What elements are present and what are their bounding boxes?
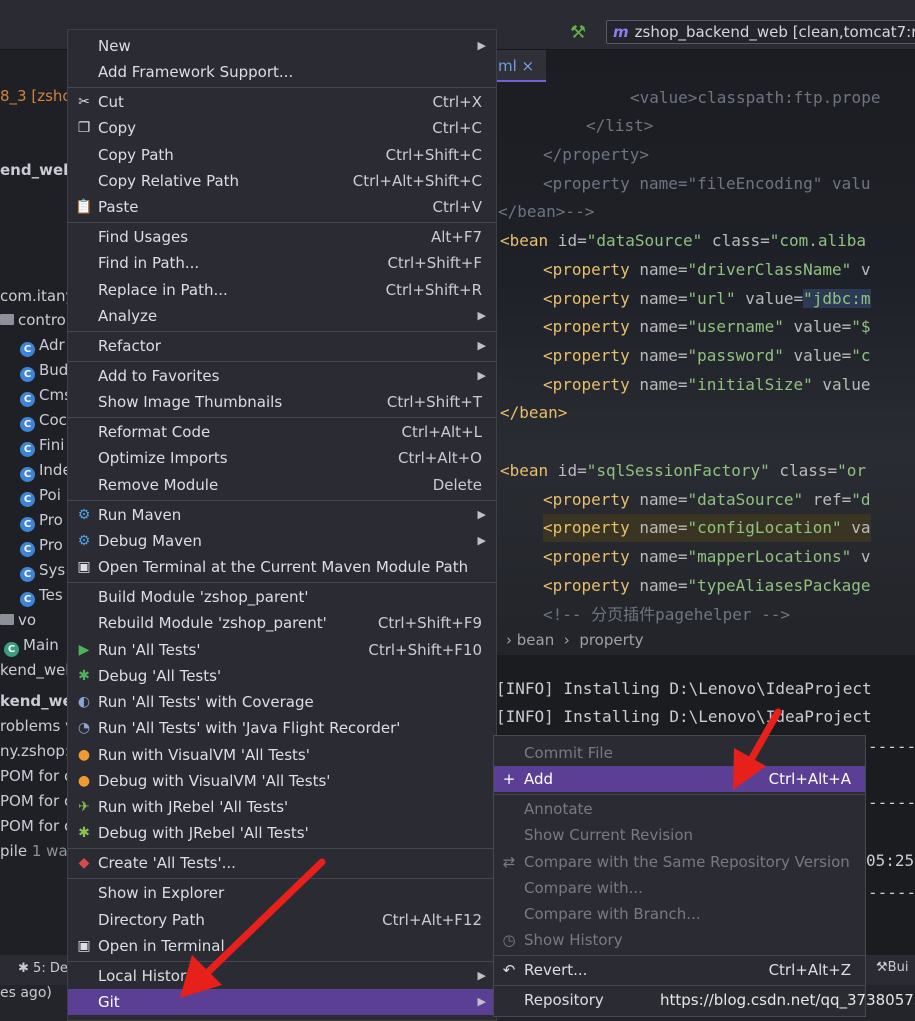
arrow-to-git-icon xyxy=(180,858,326,998)
annotation-arrows xyxy=(180,708,782,998)
arrow-to-add-icon xyxy=(733,708,782,790)
